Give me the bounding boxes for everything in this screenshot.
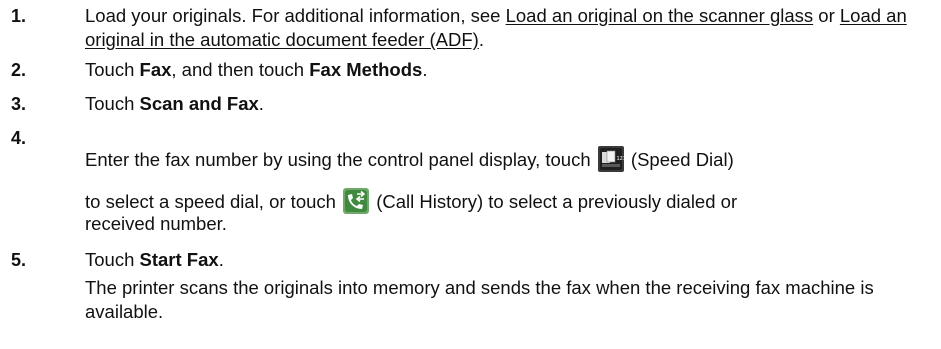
ui-term-start-fax: Start Fax xyxy=(139,249,219,270)
step-text: (Call History) to select a previously di… xyxy=(371,191,738,212)
step-1: 1. Load your originals. For additional i… xyxy=(11,4,936,58)
ui-term-fax-methods: Fax Methods xyxy=(309,59,423,80)
step-number: 4. xyxy=(11,128,27,148)
step-result-paragraph: The printer scans the originals into mem… xyxy=(85,277,874,322)
step-number: 5. xyxy=(11,250,27,270)
step-text: Touch xyxy=(85,59,140,80)
step-number: 2. xyxy=(11,60,27,80)
ui-term-fax: Fax xyxy=(139,59,172,80)
step-text: . xyxy=(422,59,428,80)
step-text: (Speed Dial) xyxy=(625,149,734,170)
step-number: 1. xyxy=(11,6,27,26)
ui-term-scan-and-fax: Scan and Fax xyxy=(139,93,259,114)
step-text: Enter the fax number by using the contro… xyxy=(85,149,596,170)
link-load-original-scanner-glass[interactable]: Load an original on the scanner glass xyxy=(506,5,814,26)
step-line: to select a speed dial, or touch (Call H… xyxy=(85,188,737,214)
step-text: or xyxy=(813,5,840,26)
step-text: to select a speed dial, or touch xyxy=(85,191,342,212)
step-text: . xyxy=(478,29,484,50)
step-number: 3. xyxy=(11,94,27,114)
speed-dial-icon: 123 xyxy=(597,146,626,172)
step-line: received number. xyxy=(85,212,227,236)
step-text: Touch xyxy=(85,249,140,270)
call-history-icon xyxy=(343,188,370,214)
step-3: 3. Touch Scan and Fax. xyxy=(11,92,936,128)
step-text: . xyxy=(258,93,264,114)
step-4: 4. Enter the fax number by using the con… xyxy=(11,128,936,248)
step-text: Touch xyxy=(85,93,140,114)
step-line: Touch Start Fax. xyxy=(85,248,936,272)
step-line: Enter the fax number by using the contro… xyxy=(85,146,734,172)
svg-text:123: 123 xyxy=(616,156,624,162)
step-text: , and then touch xyxy=(171,59,310,80)
step-2: 2. Touch Fax, and then touch Fax Methods… xyxy=(11,58,936,92)
step-5: 5. Touch Start Fax. The printer scans th… xyxy=(11,248,936,348)
instruction-steps: 1. Load your originals. For additional i… xyxy=(11,4,936,348)
step-text: . xyxy=(218,249,224,270)
step-text: Load your originals. For additional info… xyxy=(85,5,506,26)
step-text: received number. xyxy=(85,213,227,234)
